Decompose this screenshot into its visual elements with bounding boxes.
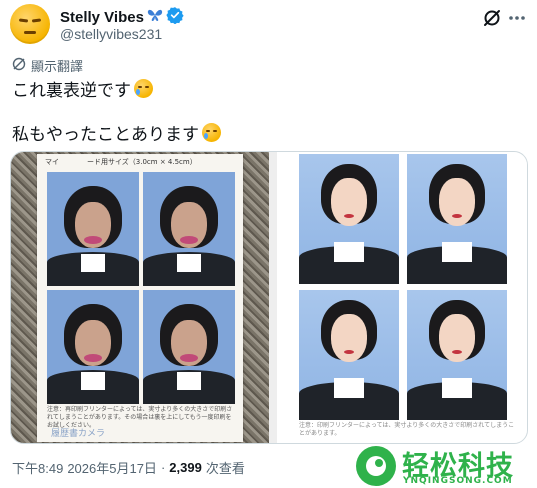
sheet-photo	[47, 290, 139, 404]
sheet-brand-text: 履歴書カメラ	[51, 429, 106, 439]
sheet-header-text: マイ ード用サイズ（3.0cm × 4.5cm）	[45, 158, 197, 166]
translate-icon	[12, 57, 26, 74]
tweet-text-line-2: 私もやったことあります	[12, 120, 221, 145]
watermark-subtitle: YNQINGSONG.COM	[403, 476, 513, 486]
butterfly-icon	[147, 8, 163, 27]
views-count: 2,399	[169, 460, 202, 475]
sheet-photo	[143, 172, 235, 286]
id-photo	[407, 290, 507, 420]
sheet-photo	[143, 290, 235, 404]
show-translation-link[interactable]: 顯示翻譯	[12, 56, 83, 75]
media-image-id-photos[interactable]: 注意：印刷フリンターによっては、実寸より多くの大きさで印刷されてしまうことがあり…	[277, 152, 527, 443]
display-name[interactable]: Stelly Vibes	[60, 9, 144, 26]
sheet-photo-grid	[47, 172, 235, 404]
sheet-photo	[47, 172, 139, 286]
tweet-meta: 下午8:49 2026年5月17日 · 2,399 次查看	[12, 458, 245, 477]
tweet-text: これ裏表逆です	[12, 81, 131, 100]
right-sheet-note: 注意：印刷フリンターによっては、実寸より多くの大きさで印刷されてしまうことがあり…	[299, 422, 515, 437]
tweet-text: 私もやったことあります	[12, 125, 199, 144]
id-photo	[407, 154, 507, 284]
grok-icon[interactable]	[480, 6, 504, 30]
show-translation-label: 顯示翻譯	[31, 59, 84, 74]
id-photo	[299, 290, 399, 420]
crying-smile-emoji-icon	[134, 79, 153, 98]
media-image-printed-sheet[interactable]: マイ ード用サイズ（3.0cm × 4.5cm） 注意：再印刷フリンターによって…	[11, 152, 269, 443]
author-handle[interactable]: @stellyvibes231	[60, 26, 162, 42]
tweet-header: Stelly Vibes @stellyvibes231	[0, 0, 537, 52]
verified-badge-icon	[166, 6, 184, 29]
site-watermark: 轻松科技 YNQINGSONG.COM	[356, 444, 537, 488]
more-options-icon[interactable]	[505, 6, 529, 30]
views-label: 次查看	[205, 461, 245, 476]
crying-smile-emoji-icon	[202, 123, 221, 142]
watermark-logo-icon	[356, 446, 396, 486]
tweet-text-line-1: これ裏表逆です	[12, 76, 153, 101]
tweet-time[interactable]: 下午8:49	[12, 458, 63, 477]
meta-separator: ·	[160, 460, 166, 475]
id-photo	[299, 154, 399, 284]
tweet-date[interactable]: 2026年5月17日	[67, 458, 157, 477]
photo-sheet-paper: マイ ード用サイズ（3.0cm × 4.5cm） 注意：再印刷フリンターによって…	[37, 154, 243, 442]
avatar[interactable]	[10, 4, 50, 44]
tweet-media[interactable]: マイ ード用サイズ（3.0cm × 4.5cm） 注意：再印刷フリンターによって…	[10, 151, 528, 444]
